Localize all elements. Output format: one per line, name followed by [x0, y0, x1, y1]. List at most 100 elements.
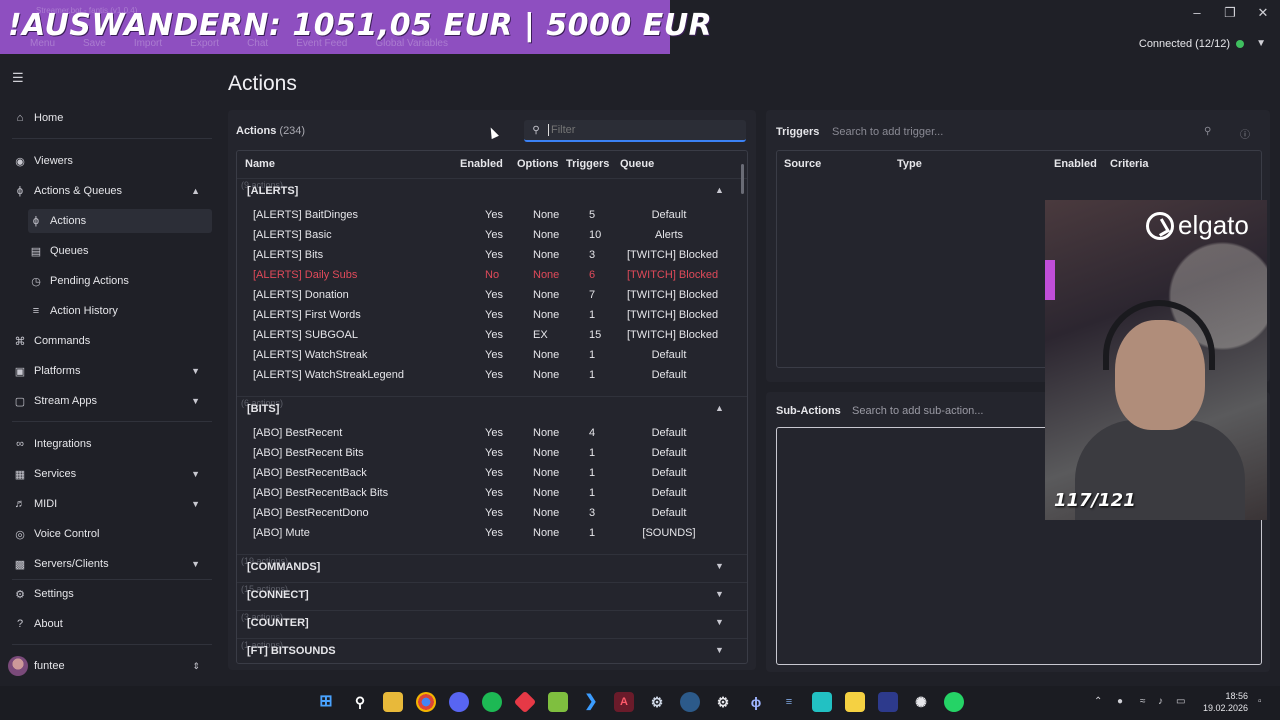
sidebar-item-stream-apps[interactable]: ▢ Stream Apps ▼	[12, 389, 212, 413]
notification-icon[interactable]: ▫	[1258, 696, 1262, 707]
sidebar-item-voice-control[interactable]: ◎ Voice Control	[12, 522, 212, 546]
table-row[interactable]: [ALERTS] Donation Yes None 7 [TWITCH] Blocke…	[237, 285, 737, 305]
sidebar-item-queues[interactable]: ▤ Queues	[28, 239, 212, 263]
minimize-icon[interactable]: –	[1180, 4, 1214, 22]
maximize-icon[interactable]: ❐	[1213, 4, 1247, 22]
sidebar-item-pending-actions[interactable]: ◷ Pending Actions	[28, 269, 212, 293]
filter-box[interactable]: ⚲	[524, 120, 746, 142]
column-header-enabled[interactable]: Enabled	[1054, 158, 1097, 170]
column-header-options[interactable]: Options	[517, 158, 559, 170]
menu-item-menu[interactable]: Menu	[30, 38, 55, 49]
table-row[interactable]: [ALERTS] Daily Subs No None 6 [TWITCH] Block…	[237, 265, 737, 285]
info-icon[interactable]: ⓘ	[1240, 126, 1250, 141]
sidebar-item-platforms[interactable]: ▣ Platforms ▼	[12, 359, 212, 383]
whatsapp-icon[interactable]	[944, 692, 964, 712]
table-row[interactable]: [ABO] BestRecentDono Yes None 3 Default	[237, 503, 737, 523]
davinci-icon[interactable]	[878, 692, 898, 712]
group-header[interactable]: [COUNTER] (3 actions) ▼	[237, 611, 747, 635]
clock[interactable]: 18:56 19.02.2026	[1196, 690, 1248, 714]
table-row[interactable]: [ABO] BestRecent Bits Yes None 1 Default	[237, 443, 737, 463]
table-row[interactable]: [ALERTS] Basic Yes None 10 Alerts	[237, 225, 737, 245]
settings-app-icon[interactable]: ⚙	[713, 692, 733, 712]
group-header[interactable]: [BITS] (6 actions) ▲	[237, 397, 747, 421]
obs-icon[interactable]	[680, 692, 700, 712]
sidebar-item-services[interactable]: ▦ Services ▼	[12, 462, 212, 486]
table-row[interactable]: [ABO] Mute Yes None 1 [SOUNDS]	[237, 523, 737, 543]
table-row[interactable]: [ABO] BestRecentBack Bits Yes None 1 Default	[237, 483, 737, 503]
chevron-down-icon[interactable]: ▼	[715, 617, 724, 627]
column-header-criteria[interactable]: Criteria	[1110, 158, 1149, 170]
chatgpt-icon[interactable]: ✺	[911, 692, 931, 712]
sidebar-item-actions-queues[interactable]: ϕ Actions & Queues ▲	[12, 179, 212, 203]
discord-icon[interactable]	[449, 692, 469, 712]
steam-icon[interactable]: ⚙	[647, 692, 667, 712]
sidebar-item-settings[interactable]: ⚙ Settings	[12, 582, 212, 606]
connection-status[interactable]: Connected (12/12)	[1139, 38, 1244, 50]
wave-app-icon[interactable]	[812, 692, 832, 712]
sidebar-item-viewers[interactable]: ◉ Viewers	[12, 149, 212, 173]
trigger-search-input[interactable]: Search to add trigger...	[832, 126, 943, 138]
column-header-enabled[interactable]: Enabled	[460, 158, 503, 170]
search-icon[interactable]: ⚲	[350, 692, 370, 712]
menu-item-event-feed[interactable]: Event Feed	[296, 38, 347, 49]
audio-app-icon[interactable]: ≡	[779, 692, 799, 712]
sidebar-item-commands[interactable]: ⌘ Commands	[12, 329, 212, 353]
windows-start-icon[interactable]: ⊞	[316, 692, 336, 712]
app-a-icon[interactable]: A	[614, 692, 634, 712]
table-row[interactable]: [ALERTS] First Words Yes None 1 [TWITCH] Blo…	[237, 305, 737, 325]
chevron-down-icon[interactable]: ▼	[715, 645, 724, 655]
table-row[interactable]: [ALERTS] WatchStreak Yes None 1 Default	[237, 345, 737, 365]
scrollbar[interactable]	[741, 164, 744, 194]
group-header[interactable]: [COMMANDS] (19 actions) ▼	[237, 555, 747, 579]
volume-icon[interactable]: ♪	[1158, 696, 1163, 707]
column-header-type[interactable]: Type	[897, 158, 922, 170]
table-row[interactable]: [ABO] BestRecent Yes None 4 Default	[237, 423, 737, 443]
sub-action-search-input[interactable]: Search to add sub-action...	[852, 405, 983, 417]
sticky-notes-icon[interactable]	[845, 692, 865, 712]
app-green-icon[interactable]	[548, 692, 568, 712]
spotify-icon[interactable]	[482, 692, 502, 712]
streamerbot-icon[interactable]: ϕ	[746, 692, 766, 712]
sidebar-item-servers-clients[interactable]: ▩ Servers/Clients ▼	[12, 552, 212, 576]
filter-input[interactable]	[548, 124, 738, 136]
search-icon[interactable]: ⚲	[1204, 126, 1211, 137]
table-row[interactable]: [ALERTS] SUBGOAL Yes EX 15 [TWITCH] Blocked	[237, 325, 737, 345]
column-header-source[interactable]: Source	[784, 158, 821, 170]
group-header[interactable]: [ALERTS] (9 actions) ▲	[237, 179, 747, 203]
menu-item-global-variables[interactable]: Global Variables	[375, 38, 448, 49]
chevron-down-icon[interactable]: ▼	[1256, 38, 1266, 49]
chrome-icon[interactable]	[416, 692, 436, 712]
table-row[interactable]: [ABO] BestRecentBack Yes None 1 Default	[237, 463, 737, 483]
column-header-triggers[interactable]: Triggers	[566, 158, 609, 170]
group-header[interactable]: [CONNECT] (15 actions) ▼	[237, 583, 747, 607]
file-explorer-icon[interactable]	[383, 692, 403, 712]
table-row[interactable]: [ALERTS] BaitDinges Yes None 5 Default	[237, 205, 737, 225]
chevron-updown-icon[interactable]: ⇕	[192, 661, 200, 672]
battery-icon[interactable]: ▭	[1176, 696, 1185, 707]
menu-item-export[interactable]: Export	[190, 38, 219, 49]
chevron-down-icon[interactable]: ▼	[715, 561, 724, 571]
table-row[interactable]: [ALERTS] Bits Yes None 3 [TWITCH] Blocked	[237, 245, 737, 265]
close-icon[interactable]: ✕	[1246, 4, 1280, 22]
group-header[interactable]: [FT] BITSOUNDS (1 actions) ▼	[237, 639, 747, 663]
sidebar-item-integrations[interactable]: ∞ Integrations	[12, 432, 212, 456]
column-header-name[interactable]: Name	[245, 158, 275, 170]
column-header-queue[interactable]: Queue	[620, 158, 654, 170]
sidebar-item-about[interactable]: ? About	[12, 612, 212, 636]
sidebar-item-actions[interactable]: ϕ Actions	[28, 209, 212, 233]
chevron-up-icon[interactable]: ▲	[715, 185, 724, 195]
chevron-down-icon[interactable]: ▼	[715, 589, 724, 599]
vscode-icon[interactable]: ❯	[581, 692, 601, 712]
chevron-up-icon[interactable]: ▲	[715, 403, 724, 413]
sidebar-item-home[interactable]: ⌂ Home	[12, 106, 212, 130]
sidebar-item-action-history[interactable]: ≡ Action History	[28, 299, 212, 323]
sidebar-item-midi[interactable]: ♬ MIDI ▼	[12, 492, 212, 516]
menu-item-chat[interactable]: Chat	[247, 38, 268, 49]
tray-mic-icon[interactable]: ●	[1117, 696, 1123, 707]
tray-chevron-up-icon[interactable]: ⌃	[1094, 696, 1102, 707]
table-row[interactable]: [ALERTS] WatchStreakLegend Yes None 1 Defaul…	[237, 365, 737, 385]
menu-item-import[interactable]: Import	[134, 38, 162, 49]
user-profile[interactable]: funtee ⇕	[8, 655, 214, 677]
wifi-icon[interactable]: ≈	[1140, 696, 1146, 707]
menu-item-save[interactable]: Save	[83, 38, 106, 49]
